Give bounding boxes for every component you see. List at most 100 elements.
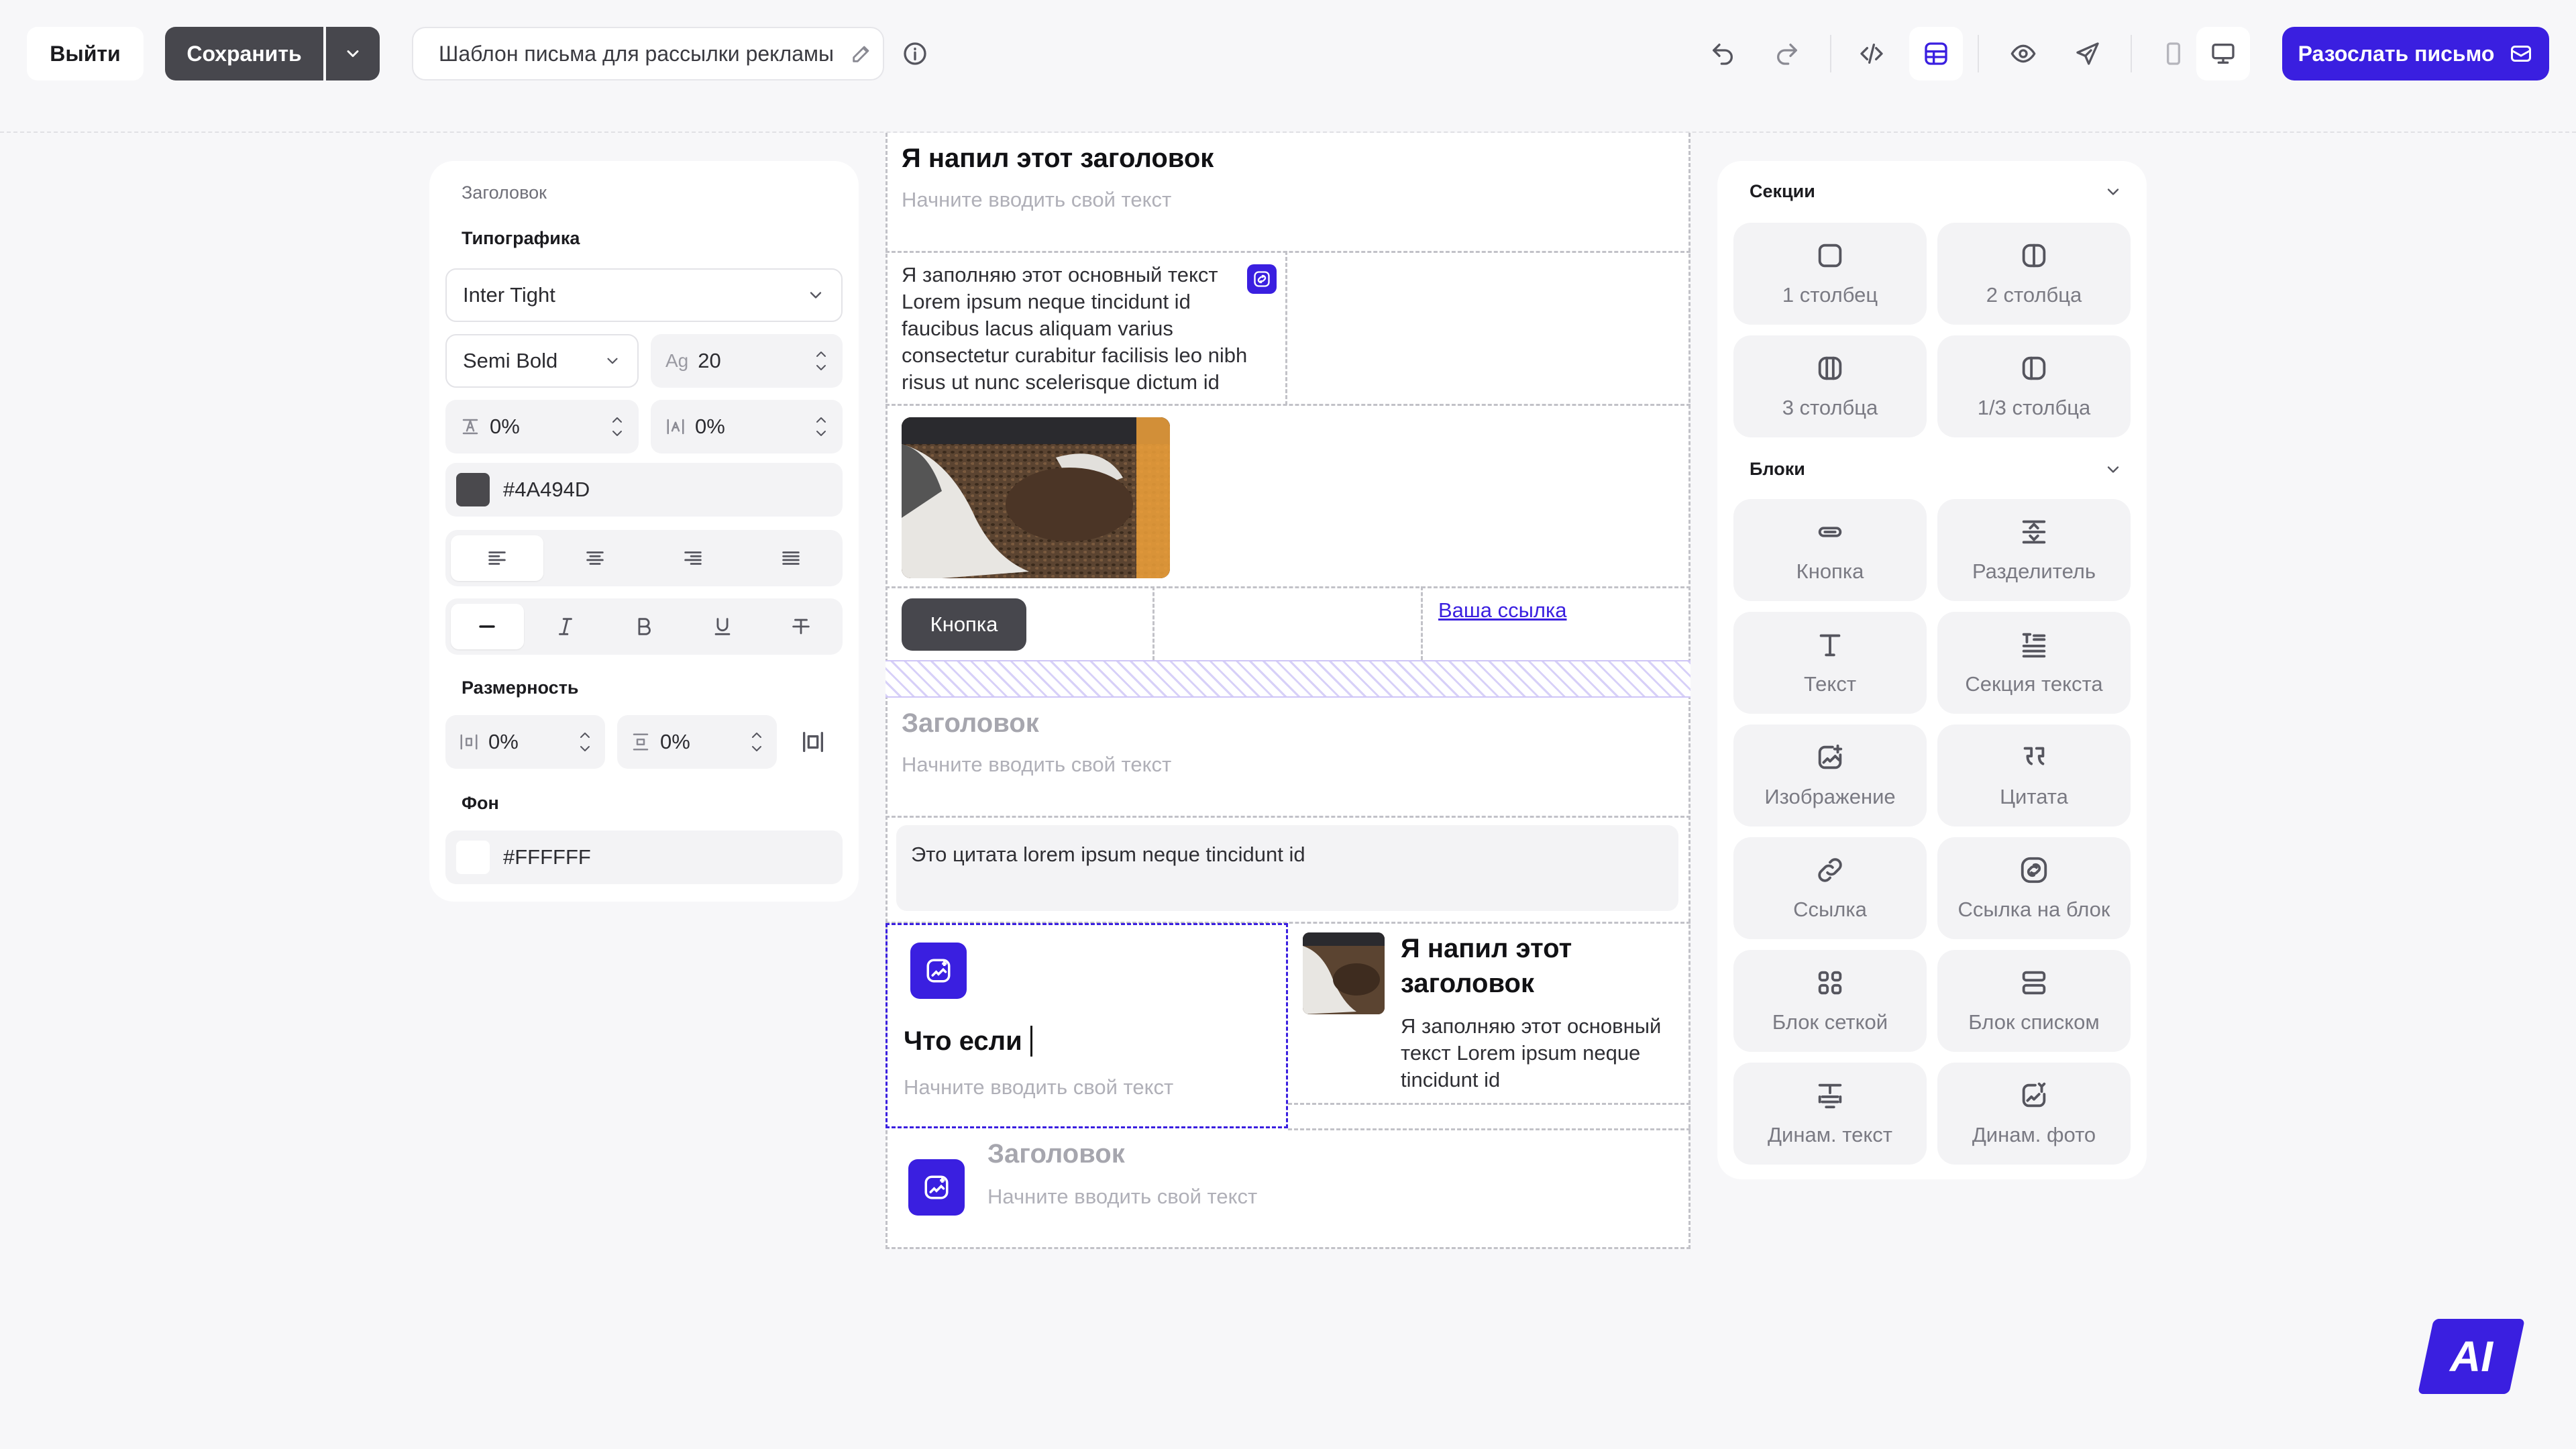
- email-canvas: Я напил этот заголовок Начните вводить с…: [885, 133, 1690, 1249]
- padding-vertical-stepper[interactable]: [750, 731, 763, 753]
- heading-placeholder-title[interactable]: Заголовок: [987, 1139, 1125, 1169]
- padding-all-sides-icon[interactable]: [800, 729, 826, 755]
- heading-placeholder-text[interactable]: Начните вводить свой текст: [902, 753, 1171, 777]
- padding-horizontal-field[interactable]: 0%: [445, 715, 605, 769]
- align-left-icon[interactable]: [451, 535, 543, 581]
- block-tile-grid[interactable]: Блок сеткой: [1733, 950, 1927, 1052]
- sections-header[interactable]: Секции: [1750, 181, 2123, 202]
- coffee-beans-image[interactable]: [902, 417, 1170, 578]
- block-tile-dynamic-text[interactable]: Динам. текст: [1733, 1063, 1927, 1165]
- align-center-icon[interactable]: [549, 535, 641, 581]
- block-tile-quote[interactable]: Цитата: [1937, 724, 2131, 826]
- section-tile-3[interactable]: 3 столбца: [1733, 335, 1927, 437]
- block-tile-list[interactable]: Блок списком: [1937, 950, 2131, 1052]
- three-columns-icon: [1818, 356, 1842, 380]
- chevron-up-icon[interactable]: [578, 731, 592, 740]
- pencil-icon[interactable]: [850, 42, 873, 65]
- desktop-view-icon[interactable]: [2196, 27, 2250, 80]
- strikethrough-icon[interactable]: [764, 604, 837, 649]
- block-heading-title[interactable]: Я напил этот заголовок: [902, 144, 1214, 174]
- letter-spacing-stepper[interactable]: [814, 415, 828, 438]
- block-tile-divider[interactable]: Разделитель: [1937, 499, 2131, 601]
- font-size-stepper[interactable]: [814, 350, 828, 372]
- block-tile-dynamic-photo[interactable]: Динам. фото: [1937, 1063, 2131, 1165]
- redo-icon[interactable]: [1760, 27, 1814, 80]
- card-right-text[interactable]: Я заполняю этот основный текст Lorem ips…: [1401, 1013, 1676, 1093]
- section-tile-1[interactable]: 1 столбец: [1733, 223, 1927, 325]
- font-weight-select[interactable]: Semi Bold: [445, 334, 639, 388]
- card-right-image[interactable]: [1303, 932, 1385, 1014]
- one-column-icon: [1818, 244, 1842, 268]
- heading-placeholder-text[interactable]: Начните вводить свой текст: [987, 1185, 1257, 1209]
- chevron-up-icon[interactable]: [814, 350, 828, 359]
- underline-icon[interactable]: [686, 604, 759, 649]
- chevron-down-icon[interactable]: [610, 429, 624, 438]
- block-tile-text[interactable]: Текст: [1733, 612, 1927, 714]
- line-height-field[interactable]: 0%: [445, 400, 639, 453]
- bold-icon[interactable]: [608, 604, 681, 649]
- letter-spacing-field[interactable]: 0%: [651, 400, 843, 453]
- dynamic-link-icon[interactable]: [1247, 264, 1277, 294]
- quote-text: Это цитата lorem ipsum neque tincidunt i…: [911, 843, 1305, 866]
- font-family-select[interactable]: Inter Tight: [445, 268, 843, 322]
- chevron-up-icon[interactable]: [610, 415, 624, 425]
- body-text-block[interactable]: Я заполняю этот основный текст Lorem ips…: [902, 262, 1264, 396]
- card-placeholder[interactable]: Начните вводить свой текст: [904, 1075, 1173, 1099]
- card-right-title[interactable]: Я напил этот заголовок: [1401, 931, 1669, 1001]
- chevron-down-icon[interactable]: [578, 744, 592, 753]
- undo-icon[interactable]: [1696, 27, 1750, 80]
- padding-horizontal-stepper[interactable]: [578, 731, 592, 753]
- color-swatch[interactable]: [456, 841, 490, 874]
- block-tile-text-section[interactable]: Секция текста: [1937, 612, 2131, 714]
- text-color-field[interactable]: #4A494D: [445, 463, 843, 517]
- block-heading-placeholder[interactable]: Начните вводить свой текст: [902, 188, 1171, 212]
- align-right-icon[interactable]: [647, 535, 739, 581]
- section-tile-2[interactable]: 2 столбца: [1937, 223, 2131, 325]
- mobile-view-icon[interactable]: [2147, 27, 2200, 80]
- code-view-icon[interactable]: [1845, 27, 1898, 80]
- chevron-down-icon[interactable]: [814, 429, 828, 438]
- image-placeholder-icon[interactable]: [910, 943, 967, 999]
- properties-panel: Заголовок Типографика Inter Tight Semi B…: [429, 161, 859, 902]
- background-color-field[interactable]: #FFFFFF: [445, 830, 843, 884]
- font-size-field[interactable]: Ag 20: [651, 334, 843, 388]
- ai-assistant-button[interactable]: AI: [2418, 1319, 2525, 1394]
- info-icon[interactable]: [902, 40, 928, 67]
- layout-view-icon[interactable]: [1909, 27, 1963, 80]
- align-justify-icon[interactable]: [745, 535, 837, 581]
- exit-button[interactable]: Выйти: [27, 27, 144, 80]
- chevron-down-icon[interactable]: [750, 744, 763, 753]
- no-style-icon[interactable]: [451, 604, 524, 649]
- link-block[interactable]: Ваша ссылка: [1438, 598, 1567, 623]
- block-tile-button[interactable]: Кнопка: [1733, 499, 1927, 601]
- section-label: Заголовок: [462, 182, 547, 203]
- save-options-dropdown[interactable]: [326, 27, 380, 80]
- selected-card-block[interactable]: Что если Начните вводить свой текст: [885, 923, 1288, 1128]
- divider-block[interactable]: [885, 660, 1690, 698]
- section-tile-4[interactable]: 1/3 столбца: [1937, 335, 2131, 437]
- preview-eye-icon[interactable]: [1996, 27, 2050, 80]
- card-title-input[interactable]: Что если: [904, 1026, 1032, 1057]
- quote-block[interactable]: Это цитата lorem ipsum neque tincidunt i…: [896, 825, 1678, 911]
- blocks-header[interactable]: Блоки: [1750, 459, 2123, 480]
- save-button[interactable]: Сохранить: [165, 27, 323, 80]
- chevron-down-icon[interactable]: [814, 363, 828, 372]
- chevron-up-icon[interactable]: [750, 731, 763, 740]
- block-tile-image[interactable]: Изображение: [1733, 724, 1927, 826]
- italic-icon[interactable]: [529, 604, 602, 649]
- template-name-field[interactable]: Шаблон письма для рассылки рекламы: [412, 27, 884, 80]
- image-placeholder-icon[interactable]: [908, 1159, 965, 1216]
- color-swatch[interactable]: [456, 473, 490, 506]
- line-height-stepper[interactable]: [610, 415, 624, 438]
- chevron-up-icon[interactable]: [814, 415, 828, 425]
- padding-vertical-field[interactable]: 0%: [617, 715, 777, 769]
- send-test-icon[interactable]: [2061, 27, 2114, 80]
- block-tile-block-link[interactable]: Ссылка на блок: [1937, 837, 2131, 939]
- heading-placeholder-title[interactable]: Заголовок: [902, 708, 1039, 739]
- column-divider: [1285, 251, 1287, 405]
- block-tile-link[interactable]: Ссылка: [1733, 837, 1927, 939]
- chevron-down-icon: [2107, 466, 2119, 473]
- mail-icon: [2511, 46, 2532, 62]
- email-button-block[interactable]: Кнопка: [902, 598, 1026, 651]
- send-email-button[interactable]: Разослать письмо: [2282, 27, 2549, 80]
